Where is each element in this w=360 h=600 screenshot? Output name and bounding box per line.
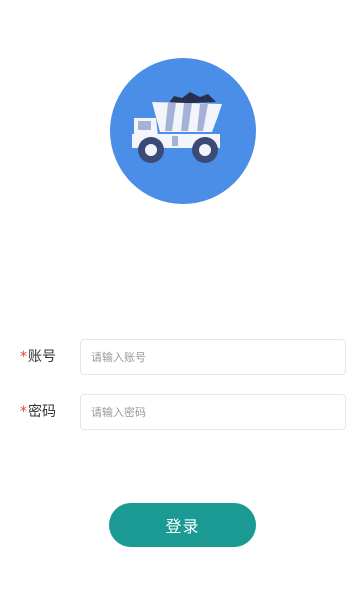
app-logo <box>110 58 256 204</box>
account-input[interactable] <box>80 339 346 375</box>
login-screen: *账号 *密码 登录 <box>0 0 360 600</box>
password-label-text: 密码 <box>28 404 56 420</box>
login-button[interactable]: 登录 <box>109 503 256 547</box>
required-mark: * <box>20 349 27 365</box>
account-label: *账号 <box>20 347 56 367</box>
dump-truck-icon <box>110 58 256 204</box>
account-label-text: 账号 <box>28 349 56 365</box>
required-mark: * <box>20 404 27 420</box>
account-row: *账号 <box>0 339 360 375</box>
password-input[interactable] <box>80 394 346 430</box>
password-label: *密码 <box>20 402 56 422</box>
password-row: *密码 <box>0 394 360 430</box>
